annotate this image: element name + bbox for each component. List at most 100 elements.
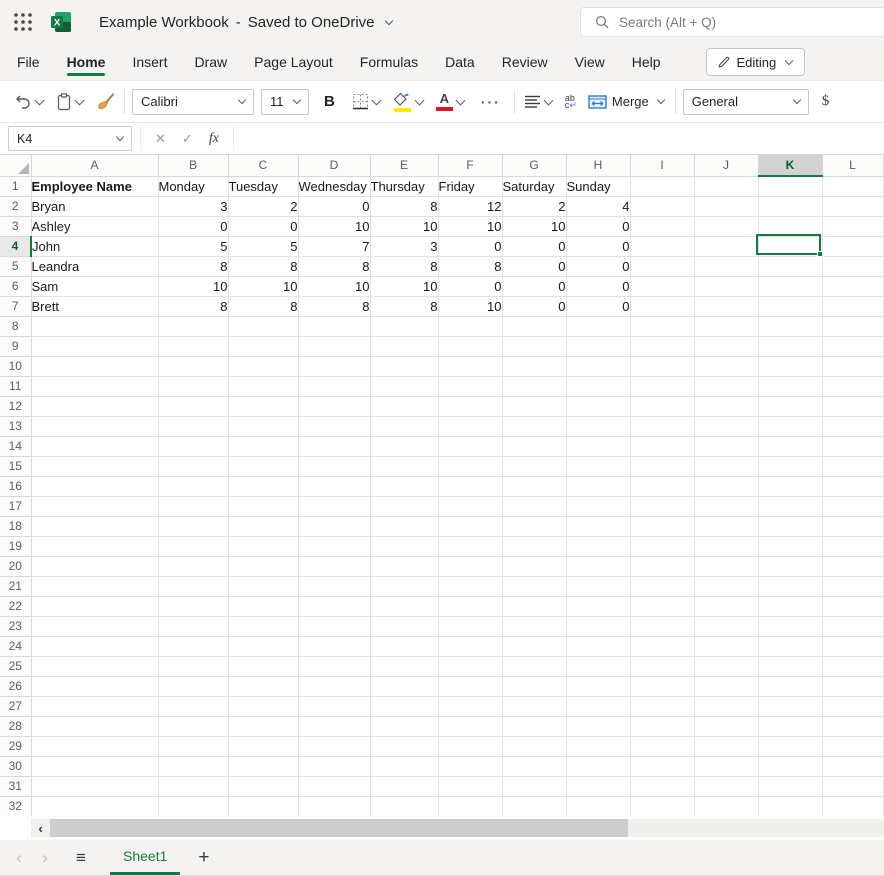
cell-E30[interactable] xyxy=(370,756,438,776)
cell-E26[interactable] xyxy=(370,676,438,696)
cell-G15[interactable] xyxy=(502,456,566,476)
cell-C24[interactable] xyxy=(228,636,298,656)
cell-G4[interactable]: 0 xyxy=(502,236,566,256)
menu-view[interactable]: View xyxy=(575,44,605,80)
cell-H6[interactable]: 0 xyxy=(566,276,630,296)
cell-E5[interactable]: 8 xyxy=(370,256,438,276)
cell-J19[interactable] xyxy=(694,536,758,556)
row-header-22[interactable]: 22 xyxy=(0,596,31,616)
cell-K7[interactable] xyxy=(758,296,822,316)
cell-B15[interactable] xyxy=(158,456,228,476)
cell-D19[interactable] xyxy=(298,536,370,556)
cell-G18[interactable] xyxy=(502,516,566,536)
cell-A19[interactable] xyxy=(31,536,158,556)
cell-E23[interactable] xyxy=(370,616,438,636)
cell-A9[interactable] xyxy=(31,336,158,356)
cell-D26[interactable] xyxy=(298,676,370,696)
cell-F7[interactable]: 10 xyxy=(438,296,502,316)
cell-B25[interactable] xyxy=(158,656,228,676)
cell-E24[interactable] xyxy=(370,636,438,656)
cell-B27[interactable] xyxy=(158,696,228,716)
cell-L31[interactable] xyxy=(822,776,883,796)
cell-K12[interactable] xyxy=(758,396,822,416)
cell-D7[interactable]: 8 xyxy=(298,296,370,316)
cell-G16[interactable] xyxy=(502,476,566,496)
cell-F2[interactable]: 12 xyxy=(438,196,502,216)
col-header-C[interactable]: C xyxy=(228,155,298,176)
cell-E3[interactable]: 10 xyxy=(370,216,438,236)
cell-J20[interactable] xyxy=(694,556,758,576)
font-name-select[interactable]: Calibri xyxy=(132,89,254,115)
cell-A15[interactable] xyxy=(31,456,158,476)
cell-A10[interactable] xyxy=(31,356,158,376)
cell-J14[interactable] xyxy=(694,436,758,456)
app-launcher-icon[interactable] xyxy=(13,12,33,32)
cell-I29[interactable] xyxy=(630,736,694,756)
cell-A4[interactable]: John xyxy=(31,236,158,256)
cell-F1[interactable]: Friday xyxy=(438,176,502,196)
prev-sheet-icon[interactable]: ‹ xyxy=(6,848,32,868)
cell-L22[interactable] xyxy=(822,596,883,616)
cell-L20[interactable] xyxy=(822,556,883,576)
chevron-down-icon[interactable] xyxy=(371,95,381,105)
cell-J28[interactable] xyxy=(694,716,758,736)
cell-B11[interactable] xyxy=(158,376,228,396)
cell-G6[interactable]: 0 xyxy=(502,276,566,296)
row-header-9[interactable]: 9 xyxy=(0,336,31,356)
row-header-4[interactable]: 4 xyxy=(0,236,31,256)
cell-C2[interactable]: 2 xyxy=(228,196,298,216)
cell-E27[interactable] xyxy=(370,696,438,716)
cell-C31[interactable] xyxy=(228,776,298,796)
cell-B23[interactable] xyxy=(158,616,228,636)
chevron-down-icon[interactable] xyxy=(414,95,424,105)
cell-A29[interactable] xyxy=(31,736,158,756)
row-header-16[interactable]: 16 xyxy=(0,476,31,496)
cell-D32[interactable] xyxy=(298,796,370,816)
formula-input[interactable] xyxy=(234,126,884,151)
cell-G17[interactable] xyxy=(502,496,566,516)
cell-E31[interactable] xyxy=(370,776,438,796)
cell-B12[interactable] xyxy=(158,396,228,416)
cell-K1[interactable] xyxy=(758,176,822,196)
cell-A5[interactable]: Leandra xyxy=(31,256,158,276)
cell-A3[interactable]: Ashley xyxy=(31,216,158,236)
cell-G25[interactable] xyxy=(502,656,566,676)
cell-A12[interactable] xyxy=(31,396,158,416)
cell-J32[interactable] xyxy=(694,796,758,816)
cell-D29[interactable] xyxy=(298,736,370,756)
cell-E7[interactable]: 8 xyxy=(370,296,438,316)
col-header-E[interactable]: E xyxy=(370,155,438,176)
cell-B7[interactable]: 8 xyxy=(158,296,228,316)
scrollbar-thumb[interactable] xyxy=(50,819,628,837)
cell-G26[interactable] xyxy=(502,676,566,696)
paste-button[interactable] xyxy=(54,90,87,114)
cell-L23[interactable] xyxy=(822,616,883,636)
row-header-19[interactable]: 19 xyxy=(0,536,31,556)
cell-E2[interactable]: 8 xyxy=(370,196,438,216)
cell-E19[interactable] xyxy=(370,536,438,556)
cell-F29[interactable] xyxy=(438,736,502,756)
align-button[interactable] xyxy=(522,92,556,112)
cell-I12[interactable] xyxy=(630,396,694,416)
cell-I7[interactable] xyxy=(630,296,694,316)
cell-D1[interactable]: Wednesday xyxy=(298,176,370,196)
cell-L6[interactable] xyxy=(822,276,883,296)
cell-K31[interactable] xyxy=(758,776,822,796)
scroll-left-button[interactable]: ‹ xyxy=(31,819,50,837)
cell-H15[interactable] xyxy=(566,456,630,476)
cell-I2[interactable] xyxy=(630,196,694,216)
fill-color-button[interactable] xyxy=(391,89,427,115)
cell-L24[interactable] xyxy=(822,636,883,656)
cell-L8[interactable] xyxy=(822,316,883,336)
row-header-29[interactable]: 29 xyxy=(0,736,31,756)
name-box[interactable]: K4 xyxy=(8,126,132,151)
cell-D16[interactable] xyxy=(298,476,370,496)
cell-F20[interactable] xyxy=(438,556,502,576)
cell-H17[interactable] xyxy=(566,496,630,516)
cell-C18[interactable] xyxy=(228,516,298,536)
more-font-options-button[interactable]: ··· xyxy=(475,91,507,113)
cell-F14[interactable] xyxy=(438,436,502,456)
cell-E29[interactable] xyxy=(370,736,438,756)
cell-H2[interactable]: 4 xyxy=(566,196,630,216)
cell-E15[interactable] xyxy=(370,456,438,476)
